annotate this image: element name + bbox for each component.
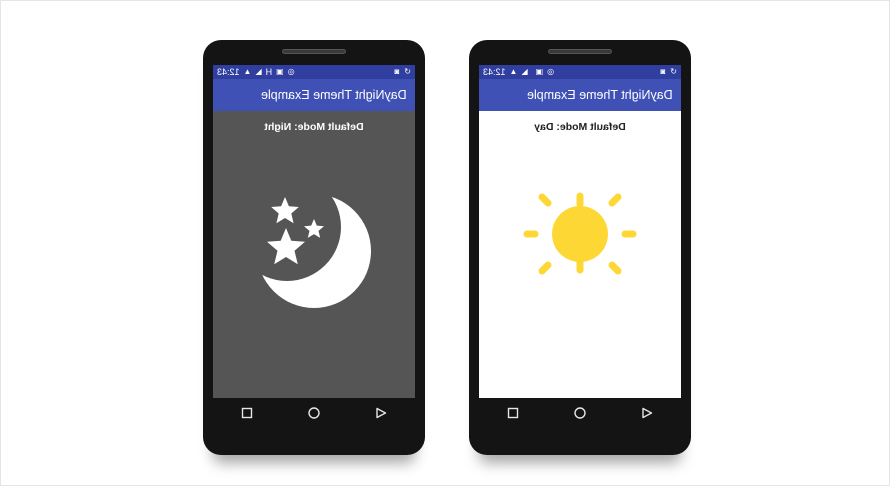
home-button[interactable] <box>304 403 324 423</box>
phone-night: 12:43 ▲ ◢ H ▣ ◎ ◙ ↻ DayNight Theme Examp… <box>203 40 425 455</box>
android-icon: ◙ <box>660 67 666 76</box>
phone-day: 12:43 ▲ ◢ ▣ ◎ ◙ ↻ DayNight Theme Example… <box>469 40 691 455</box>
status-bar: 12:43 ▲ ◢ H ▣ ◎ ◙ ↻ <box>213 65 415 79</box>
person-icon: ▲ <box>243 67 252 76</box>
sync-icon: ↻ <box>670 67 677 76</box>
back-button[interactable] <box>371 403 391 423</box>
sun-disc <box>552 206 608 262</box>
status-bar: 12:43 ▲ ◢ ▣ ◎ ◙ ↻ <box>479 65 681 79</box>
triangle-icon <box>642 407 653 419</box>
navigation-bar <box>479 398 681 428</box>
back-button[interactable] <box>637 403 657 423</box>
hotspot-icon: ◎ <box>287 67 295 76</box>
content-area: Default Mode: Night <box>213 111 415 398</box>
app-bar: DayNight Theme Example <box>479 79 681 111</box>
network-type: H <box>265 67 273 77</box>
vibrate-icon: ▣ <box>276 67 284 76</box>
sun-icon <box>523 192 637 275</box>
vibrate-icon: ▣ <box>535 67 544 76</box>
moon-shape <box>257 194 371 308</box>
signal-icon: ◢ <box>521 67 528 76</box>
square-icon <box>241 407 252 419</box>
circle-icon <box>308 407 320 419</box>
app-title: DayNight Theme Example <box>527 88 673 102</box>
navigation-bar <box>213 398 415 428</box>
app-bar: DayNight Theme Example <box>213 79 415 111</box>
moon-and-stars-icon <box>257 194 371 308</box>
phone-speaker <box>548 49 612 54</box>
screenshot-frame <box>0 0 890 486</box>
signal-icon: ◢ <box>255 67 262 76</box>
hotspot-icon: ◎ <box>547 67 555 76</box>
person-icon: ▲ <box>509 67 518 76</box>
home-button[interactable] <box>570 403 590 423</box>
status-time: 12:43 <box>483 67 506 77</box>
circle-icon <box>574 407 586 419</box>
content-area: Default Mode: Day <box>479 111 681 398</box>
phone-screen-night: 12:43 ▲ ◢ H ▣ ◎ ◙ ↻ DayNight Theme Examp… <box>213 65 415 398</box>
status-time: 12:43 <box>217 67 240 77</box>
triangle-icon <box>376 407 387 419</box>
android-icon: ◙ <box>394 67 400 76</box>
phone-speaker <box>282 49 346 54</box>
square-icon <box>507 407 518 419</box>
recent-apps-button[interactable] <box>503 403 523 423</box>
phone-screen-day: 12:43 ▲ ◢ ▣ ◎ ◙ ↻ DayNight Theme Example… <box>479 65 681 398</box>
recent-apps-button[interactable] <box>237 403 257 423</box>
sync-icon: ↻ <box>404 67 411 76</box>
app-title: DayNight Theme Example <box>261 88 407 102</box>
